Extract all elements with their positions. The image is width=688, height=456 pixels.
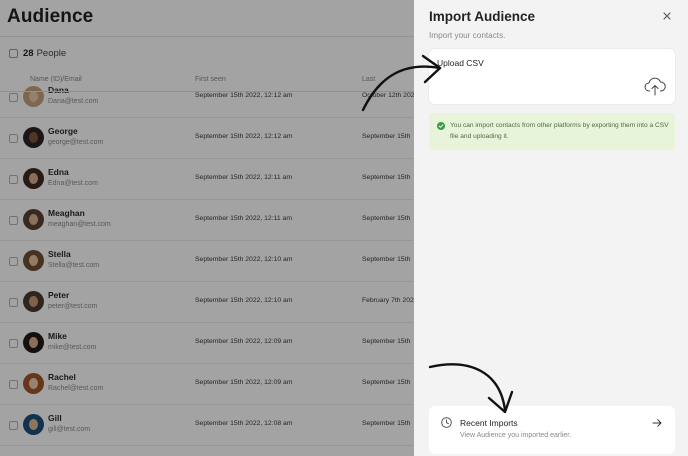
close-icon[interactable]: [661, 10, 673, 22]
recent-imports-button[interactable]: Recent Imports View Audience you importe…: [429, 406, 675, 454]
check-circle-icon: [437, 122, 445, 130]
panel-subtitle: Import your contacts.: [429, 31, 506, 40]
upload-csv-label: Upload CSV: [437, 58, 484, 68]
upload-csv-button[interactable]: Upload CSV: [429, 49, 675, 104]
arrow-right-icon: [652, 419, 662, 427]
info-message: You can import contacts from other platf…: [429, 113, 675, 150]
cloud-upload-icon: [644, 77, 666, 96]
info-text: You can import contacts from other platf…: [450, 122, 669, 140]
recent-imports-title: Recent Imports: [460, 418, 518, 428]
clock-icon: [441, 417, 452, 428]
modal-overlay[interactable]: [0, 0, 414, 456]
recent-imports-subtitle: View Audience you imported earlier.: [460, 432, 572, 439]
import-audience-panel: Import Audience Import your contacts. Up…: [414, 0, 688, 456]
panel-title: Import Audience: [429, 9, 536, 24]
